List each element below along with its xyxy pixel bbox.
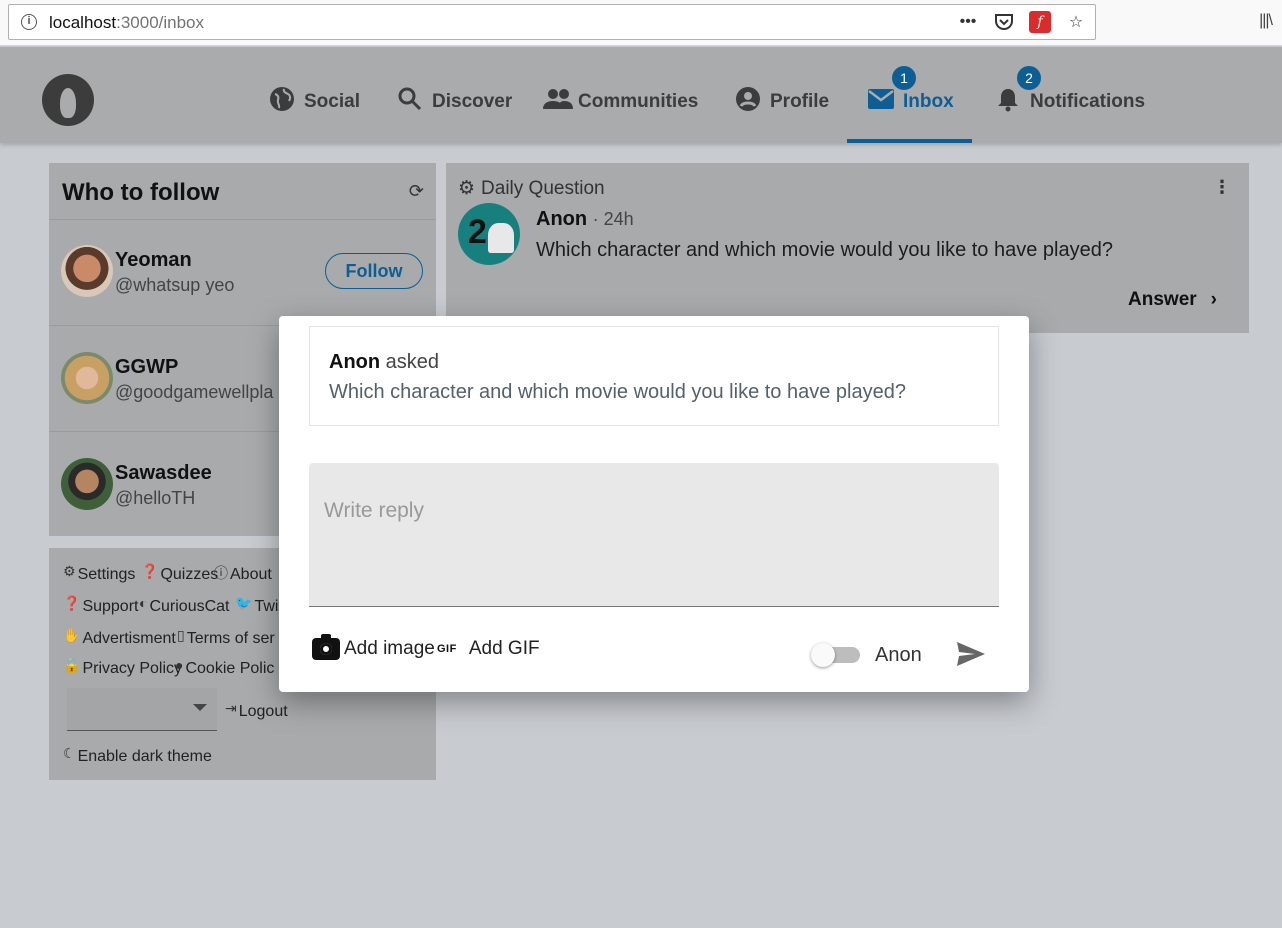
- suggestion-name[interactable]: Sawasdee: [115, 462, 212, 485]
- question-author: Anon · 24h: [536, 208, 634, 230]
- notifications-badge: 2: [1017, 66, 1041, 90]
- question-quote: Anon asked Which character and which mov…: [309, 326, 999, 426]
- about-link[interactable]: ⓘ About: [214, 565, 272, 584]
- globe-icon: [268, 86, 296, 118]
- suggestion-name[interactable]: Yeoman: [115, 249, 192, 272]
- toggle-knob: [811, 643, 835, 667]
- daily-question-card: ⚙ Daily Question ⋮ 2 Anon · 24h Which ch…: [446, 163, 1249, 333]
- logout-icon: ⇥: [225, 700, 237, 716]
- question-time: · 24h: [592, 209, 634, 229]
- extension-icon[interactable]: f: [1029, 11, 1051, 33]
- advertisment-link[interactable]: ✋ Advertisment: [63, 627, 176, 648]
- nav-notifications-label: Notifications: [1030, 91, 1146, 112]
- site-info-icon[interactable]: i: [21, 14, 37, 30]
- page-actions-icon[interactable]: •••: [957, 11, 979, 33]
- search-icon: [396, 86, 424, 118]
- who-to-follow-title: Who to follow: [62, 179, 220, 206]
- nav-profile[interactable]: Profile: [734, 87, 829, 117]
- suggestion-handle: @goodgamewellpla: [115, 382, 274, 402]
- camera-icon: [312, 634, 340, 660]
- dark-theme-toggle[interactable]: ☾ Enable dark theme: [63, 745, 212, 766]
- add-gif-button[interactable]: GIF Add GIF: [437, 638, 540, 660]
- settings-link[interactable]: ⚙ Settings: [63, 563, 135, 584]
- help-icon: ❓: [63, 595, 81, 611]
- twitter-link[interactable]: 🐦 Twit: [235, 595, 283, 616]
- nav-communities[interactable]: Communities: [542, 87, 698, 117]
- url-bar[interactable]: i localhost:3000/inbox ••• f ☆: [8, 4, 1096, 40]
- daily-question-label: ⚙ Daily Question: [458, 177, 605, 200]
- url-text[interactable]: localhost:3000/inbox: [49, 13, 204, 33]
- divider: [49, 219, 436, 220]
- nav-social-label: Social: [304, 91, 360, 112]
- bookmark-star-icon[interactable]: ☆: [1065, 11, 1087, 33]
- privacy-link[interactable]: 🔒 Privacy Policy: [63, 657, 182, 678]
- app-header: Social Discover Communities Profile Inbo…: [0, 47, 1282, 143]
- people-icon: [542, 87, 573, 117]
- nav-social[interactable]: Social: [268, 87, 360, 117]
- answer-dialog: Anon asked Which character and which mov…: [279, 316, 1029, 692]
- suggestion-handle: @whatsup yeo: [115, 275, 235, 295]
- suggestion-item[interactable]: Yeoman @whatsup yeo Follow: [61, 245, 431, 305]
- quizzes-link[interactable]: ❓ Quizzes: [141, 563, 218, 584]
- cookie-link[interactable]: ● Cookie Polic: [175, 657, 274, 678]
- nav-inbox[interactable]: Inbox: [867, 87, 954, 117]
- info-icon: ⓘ: [214, 565, 228, 581]
- handshake-icon: ✋: [63, 627, 81, 643]
- nav-notifications[interactable]: Notifications: [994, 87, 1145, 117]
- avatar[interactable]: [61, 458, 113, 510]
- avatar[interactable]: [61, 352, 113, 404]
- suggestion-handle: @helloTH: [115, 488, 196, 508]
- gear-icon: ⚙: [63, 563, 76, 579]
- nav-profile-label: Profile: [770, 91, 830, 112]
- chevron-down-icon: [193, 704, 207, 711]
- curiouscat-icon: ◐: [139, 595, 148, 611]
- nav-discover[interactable]: Discover: [396, 87, 512, 117]
- document-icon: ▯: [177, 627, 185, 643]
- active-tab-indicator: [847, 139, 972, 143]
- add-image-button[interactable]: Add image: [312, 634, 435, 660]
- pocket-icon[interactable]: [993, 11, 1015, 33]
- avatar[interactable]: [61, 245, 113, 297]
- url-path: :3000/inbox: [116, 13, 205, 32]
- support-link[interactable]: ❓ Support: [63, 595, 138, 616]
- gear-icon: ⚙: [458, 178, 476, 199]
- help-icon: ❓: [141, 563, 159, 579]
- account-icon: [734, 86, 762, 118]
- library-icon[interactable]: |||\: [1259, 12, 1273, 30]
- terms-link[interactable]: ▯ Terms of ser: [177, 627, 275, 648]
- nav-discover-label: Discover: [432, 91, 513, 112]
- anon-label: Anon: [875, 644, 922, 666]
- language-select[interactable]: [67, 688, 217, 731]
- reply-input[interactable]: [309, 463, 999, 607]
- send-button[interactable]: [955, 640, 987, 668]
- follow-button[interactable]: Follow: [325, 253, 423, 289]
- answer-button[interactable]: Answer ›: [1128, 289, 1217, 311]
- refresh-icon[interactable]: ⟳: [409, 181, 424, 202]
- more-vert-icon[interactable]: ⋮: [1213, 177, 1231, 198]
- nav-communities-label: Communities: [578, 91, 699, 112]
- quote-header: Anon asked: [329, 351, 440, 373]
- bell-icon: [994, 86, 1022, 118]
- quote-question: Which character and which movie would yo…: [329, 381, 906, 403]
- send-icon: [957, 642, 985, 666]
- chevron-right-icon: ›: [1210, 289, 1217, 310]
- anon-toggle[interactable]: [811, 643, 860, 667]
- gif-icon: GIF: [437, 643, 457, 655]
- anon-avatar[interactable]: 2: [458, 203, 520, 265]
- moon-icon: ☾: [63, 745, 76, 761]
- twitter-icon: 🐦: [235, 595, 253, 611]
- mail-icon: [867, 88, 895, 116]
- browser-toolbar: i localhost:3000/inbox ••• f ☆ |||\: [0, 0, 1282, 46]
- inbox-badge: 1: [892, 66, 916, 90]
- app-logo[interactable]: [42, 74, 94, 126]
- url-host: localhost: [49, 13, 117, 32]
- lock-icon: 🔒: [63, 657, 81, 673]
- curiouscat-link[interactable]: ◐ CuriousCat: [139, 595, 230, 616]
- logout-link[interactable]: ⇥ Logout: [225, 700, 288, 721]
- suggestion-name[interactable]: GGWP: [115, 356, 178, 379]
- nav-inbox-label: Inbox: [903, 91, 954, 112]
- question-text: Which character and which movie would yo…: [536, 239, 1113, 261]
- cookie-icon: ●: [175, 657, 184, 673]
